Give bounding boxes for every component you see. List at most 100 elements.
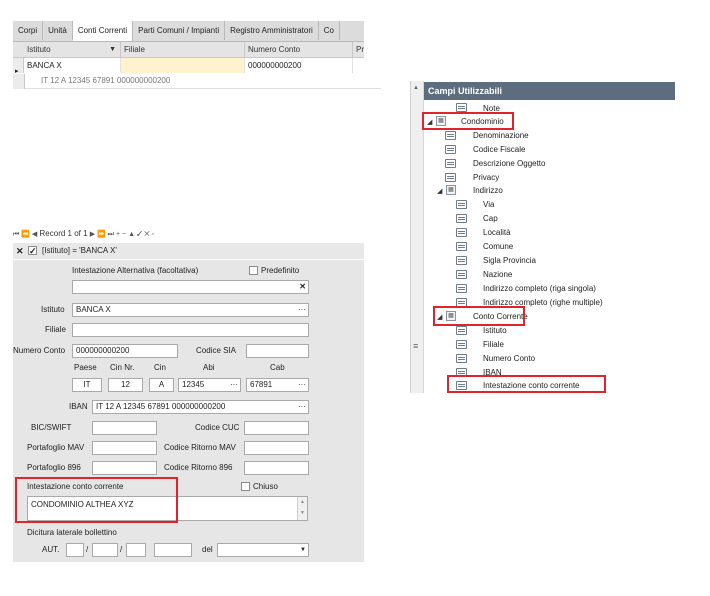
codice-ritorno-896-field[interactable] — [244, 461, 309, 475]
panel-grip-icon[interactable]: ≡ — [413, 341, 418, 351]
iban-field[interactable]: IT 12 A 12345 67891 000000000200 ··· — [92, 400, 309, 414]
tree-item-localita[interactable]: Località — [483, 226, 511, 239]
chevron-down-icon[interactable]: ▼ — [300, 544, 306, 556]
aut-field-3[interactable] — [126, 543, 146, 557]
filiale-label: Filiale — [45, 325, 66, 334]
tree-item-istituto[interactable]: Istituto — [483, 324, 507, 337]
codice-ritorno-mav-field[interactable] — [244, 441, 309, 455]
intestazione-alt-field[interactable]: ✕ — [72, 280, 309, 294]
highlight-intestazione-cc-tree — [447, 375, 606, 393]
tree-item-comune[interactable]: Comune — [483, 240, 513, 253]
column-istituto[interactable]: Istituto ▼ — [13, 42, 121, 57]
portafoglio-mav-label: Portafoglio MAV — [27, 443, 85, 452]
field-icon — [456, 340, 467, 349]
aut-field-2[interactable] — [92, 543, 118, 557]
tree-item-numero-conto[interactable]: Numero Conto — [483, 352, 535, 365]
tab-corpi[interactable]: Corpi — [13, 21, 44, 40]
slash-1: / — [86, 545, 89, 554]
paese-label: Paese — [74, 363, 97, 372]
textarea-scrollbar[interactable]: ▲ ▼ — [297, 497, 307, 520]
record-counter: Record 1 of 1 — [39, 229, 88, 238]
tree-item-sigla-provincia[interactable]: Sigla Provincia — [483, 254, 536, 267]
del-date-field[interactable]: ▼ — [217, 543, 309, 557]
column-pre[interactable]: Pre — [353, 42, 364, 57]
cin-nr-label: Cin Nr. — [110, 363, 135, 372]
tab-conti-correnti[interactable]: Conti Correnti — [72, 21, 134, 41]
cab-value: 67891 — [250, 380, 273, 389]
field-icon — [445, 159, 456, 168]
portafoglio-mav-field[interactable] — [92, 441, 157, 455]
tree-item-descrizione-oggetto[interactable]: Descrizione Oggetto — [473, 157, 545, 170]
aut-field-1[interactable] — [66, 543, 84, 557]
clear-icon[interactable]: ✕ — [299, 281, 306, 293]
predefinito-checkbox[interactable] — [249, 266, 258, 275]
iban-browse-icon[interactable]: ··· — [298, 401, 306, 413]
group-icon: ▦ — [446, 185, 456, 195]
codice-cuc-field[interactable] — [244, 421, 309, 435]
field-icon — [456, 284, 467, 293]
tree-item-indirizzo[interactable]: Indirizzo — [473, 184, 503, 197]
tree-item-denominazione[interactable]: Denominazione — [473, 129, 529, 142]
abi-value: 12345 — [182, 380, 205, 389]
cab-browse-icon[interactable]: ··· — [298, 379, 306, 391]
tree-item-codice-fiscale[interactable]: Codice Fiscale — [473, 143, 525, 156]
abi-browse-icon[interactable]: ··· — [230, 379, 238, 391]
istituto-browse-icon[interactable]: ··· — [298, 304, 306, 316]
portafoglio-896-field[interactable] — [92, 461, 157, 475]
highlight-condominio — [422, 112, 514, 130]
numero-conto-label: Numero Conto — [13, 346, 66, 355]
aut-field-4[interactable] — [154, 543, 192, 557]
iban-value: IT 12 A 12345 67891 000000000200 — [96, 402, 226, 411]
column-numero-conto[interactable]: Numero Conto — [245, 42, 353, 57]
field-icon — [456, 103, 467, 112]
codice-sia-field[interactable] — [246, 344, 309, 358]
filter-icon[interactable]: ▼ — [109, 42, 116, 57]
tab-registro-amministratori[interactable]: Registro Amministratori — [225, 21, 319, 40]
tree-item-privacy[interactable]: Privacy — [473, 171, 499, 184]
field-icon — [456, 214, 467, 223]
cell-istituto[interactable]: BANCA X — [24, 58, 121, 73]
tree-item-cap[interactable]: Cap — [483, 212, 498, 225]
collapse-up-icon[interactable]: ▲ — [413, 85, 419, 91]
paese-field[interactable]: IT — [72, 378, 102, 392]
tree-item-filiale[interactable]: Filiale — [483, 338, 504, 351]
istituto-field[interactable]: BANCA X ··· — [72, 303, 309, 317]
cin-nr-field[interactable]: 12 — [108, 378, 143, 392]
nav-first-buttons[interactable]: ⏮ ⏪ ◀ — [13, 231, 37, 238]
tree-header: Campi Utilizzabili — [424, 82, 675, 100]
field-icon — [456, 242, 467, 251]
tab-parti-comuni[interactable]: Parti Comuni / Impianti — [133, 21, 226, 40]
cin-field[interactable]: A — [149, 378, 174, 392]
row-indicator[interactable]: ▸ — [13, 58, 24, 73]
istituto-label: Istituto — [41, 305, 65, 314]
filiale-field[interactable] — [72, 323, 309, 337]
account-form: Intestazione Alternativa (facoltativa) P… — [13, 260, 364, 562]
abi-field[interactable]: 12345 ··· — [178, 378, 241, 392]
row-detail: IT 12 A 12345 67891 000000000200 — [24, 74, 381, 89]
del-label: del — [202, 545, 213, 554]
field-icon — [456, 228, 467, 237]
clear-filter-icon[interactable]: ✕ — [16, 243, 24, 259]
tree-item-nazione[interactable]: Nazione — [483, 268, 512, 281]
cab-field[interactable]: 67891 ··· — [246, 378, 309, 392]
tab-strip: Corpi Unità Conti Correnti Parti Comuni … — [13, 21, 364, 42]
column-label: Istituto — [27, 45, 51, 54]
numero-conto-field[interactable]: 000000000200 — [72, 344, 178, 358]
chiuso-checkbox[interactable] — [241, 482, 250, 491]
tab-unita[interactable]: Unità — [43, 21, 73, 40]
codice-ritorno-mav-label: Codice Ritorno MAV — [164, 443, 236, 452]
tree-item-indirizzo-singola[interactable]: Indirizzo completo (riga singola) — [483, 282, 596, 295]
tab-co[interactable]: Co — [319, 21, 341, 40]
portafoglio-896-label: Portafoglio 896 — [27, 463, 81, 472]
nav-action-buttons[interactable]: ▶ ⏩ ⏭ + − ▲ ✓ ✕ ◦ — [90, 231, 154, 238]
field-icon — [456, 326, 467, 335]
cell-filiale[interactable] — [121, 58, 245, 73]
bic-field[interactable] — [92, 421, 157, 435]
tree-item-via[interactable]: Via — [483, 198, 494, 211]
predefinito-label: Predefinito — [261, 266, 300, 275]
column-filiale[interactable]: Filiale — [121, 42, 245, 57]
expanded-arrow-icon[interactable]: ◢ — [437, 187, 442, 195]
cell-numero-conto[interactable]: 000000000200 — [245, 58, 353, 73]
table-row[interactable]: ▸ BANCA X 000000000200 — [13, 58, 364, 73]
slash-2: / — [120, 545, 123, 554]
